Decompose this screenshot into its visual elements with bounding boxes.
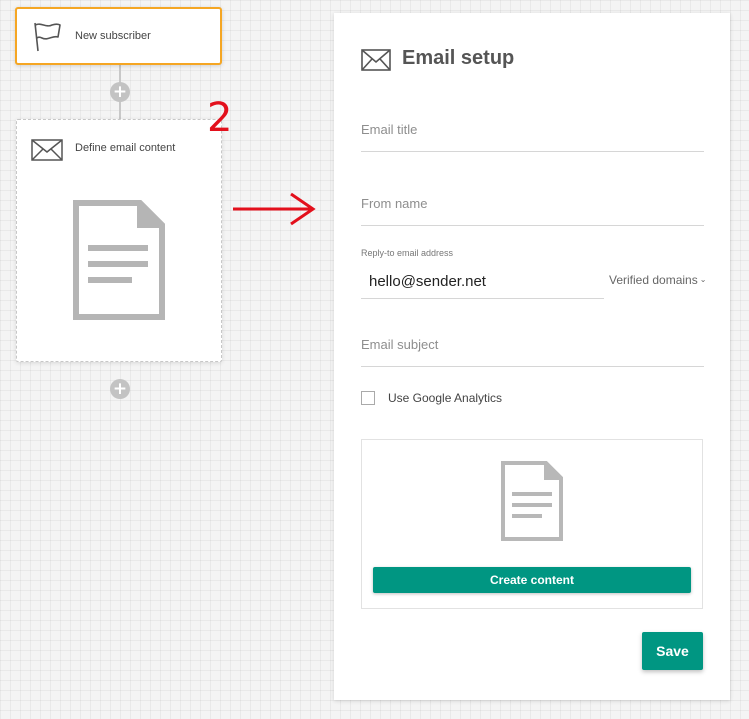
- verified-domains-dropdown[interactable]: Verified domains ⌄: [609, 273, 706, 287]
- email-content-box: Create content: [361, 439, 703, 609]
- document-icon: [73, 200, 165, 320]
- from-name-input[interactable]: [361, 182, 704, 225]
- email-subject-field: [361, 323, 704, 367]
- email-node-label: Define email content: [75, 142, 176, 154]
- create-content-button[interactable]: Create content: [373, 567, 691, 593]
- add-step-button-bottom[interactable]: +: [110, 379, 130, 399]
- email-node-define-content[interactable]: Define email content: [16, 119, 222, 362]
- envelope-icon: [361, 49, 391, 71]
- connector-line-middle: [119, 102, 121, 119]
- google-analytics-label: Use Google Analytics: [388, 391, 503, 405]
- reply-to-input[interactable]: [361, 264, 604, 298]
- envelope-icon: [31, 139, 63, 161]
- arrow-right-icon: [233, 192, 316, 226]
- flag-icon: [34, 22, 61, 52]
- step-number-annotation: 2: [207, 95, 233, 141]
- document-icon: [501, 461, 563, 541]
- add-step-button-top[interactable]: +: [110, 82, 130, 102]
- email-setup-panel: Email setup Reply-to email address Verif…: [334, 13, 730, 700]
- page-title: Email setup: [402, 47, 515, 69]
- from-name-field: [361, 182, 704, 226]
- trigger-node-new-subscriber[interactable]: New subscriber: [15, 7, 222, 65]
- email-title-field: [361, 108, 704, 152]
- reply-to-label: Reply-to email address: [361, 248, 454, 258]
- save-button[interactable]: Save: [642, 632, 703, 670]
- reply-to-field: [361, 264, 604, 299]
- trigger-node-label: New subscriber: [75, 30, 151, 42]
- chevron-down-icon: ⌄: [699, 275, 707, 284]
- email-title-input[interactable]: [361, 108, 704, 151]
- email-subject-input[interactable]: [361, 323, 704, 366]
- google-analytics-checkbox[interactable]: [361, 391, 375, 405]
- verified-domains-label: Verified domains: [609, 273, 698, 287]
